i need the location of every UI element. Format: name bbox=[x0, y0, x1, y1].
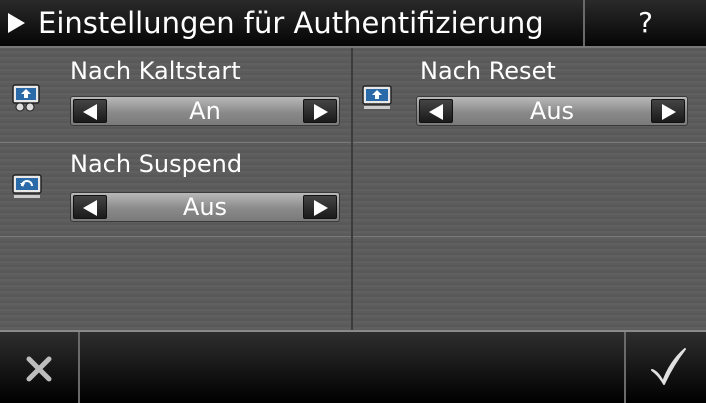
play-arrow-icon bbox=[8, 13, 25, 33]
arrow-right-icon bbox=[314, 104, 328, 120]
next-value-button-reset[interactable] bbox=[651, 99, 685, 123]
setting-label-reset: Nach Reset bbox=[420, 57, 556, 85]
reset-icon bbox=[362, 85, 392, 109]
column-divider bbox=[351, 48, 353, 330]
next-value-button-suspend[interactable] bbox=[303, 195, 337, 219]
selector-reset: Aus bbox=[416, 96, 688, 126]
setting-value-kaltstart: An bbox=[189, 97, 221, 125]
empty-cell bbox=[353, 237, 706, 330]
selector-suspend: Aus bbox=[70, 192, 340, 222]
close-icon bbox=[26, 356, 52, 382]
checkmark-icon bbox=[651, 348, 686, 385]
arrow-right-icon bbox=[314, 200, 328, 216]
empty-cell bbox=[0, 237, 351, 330]
footer-bar bbox=[0, 330, 706, 403]
prev-value-button-suspend[interactable] bbox=[73, 195, 107, 219]
arrow-left-icon bbox=[429, 104, 443, 120]
arrow-left-icon bbox=[83, 200, 97, 216]
setting-label-suspend: Nach Suspend bbox=[70, 150, 243, 178]
auth-settings-screen: Einstellungen für Authentifizierung ? Na… bbox=[0, 0, 706, 403]
setting-value-reset: Aus bbox=[529, 97, 575, 125]
setting-value-suspend: Aus bbox=[182, 193, 228, 221]
suspend-icon bbox=[12, 174, 42, 198]
ok-button[interactable] bbox=[624, 332, 706, 403]
cold-start-icon bbox=[12, 84, 40, 112]
arrow-left-icon bbox=[83, 104, 97, 120]
page-title: Einstellungen für Authentifizierung bbox=[38, 6, 544, 40]
help-button[interactable]: ? bbox=[583, 0, 706, 46]
setting-label-kaltstart: Nach Kaltstart bbox=[70, 57, 241, 85]
prev-value-button-reset[interactable] bbox=[419, 99, 453, 123]
empty-cell bbox=[353, 143, 706, 237]
cancel-button[interactable] bbox=[0, 332, 80, 403]
arrow-right-icon bbox=[662, 104, 676, 120]
prev-value-button-kaltstart[interactable] bbox=[73, 99, 107, 123]
selector-kaltstart: An bbox=[70, 96, 340, 126]
next-value-button-kaltstart[interactable] bbox=[303, 99, 337, 123]
